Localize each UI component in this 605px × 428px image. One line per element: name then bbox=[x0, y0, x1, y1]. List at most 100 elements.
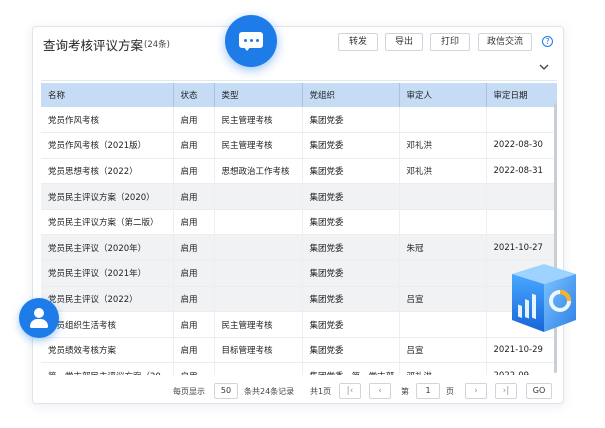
cell-status: 启用 bbox=[173, 362, 215, 375]
cell-type bbox=[214, 362, 303, 375]
cell-date: 2022-08-31 bbox=[486, 158, 557, 185]
cell-org: 集团党委 bbox=[302, 183, 400, 210]
chat-bubble-icon[interactable] bbox=[225, 15, 277, 67]
cell-type bbox=[214, 234, 303, 262]
cell-name: 党员民主评议方案（2020） bbox=[41, 183, 174, 210]
cell-org: 集团党委 bbox=[302, 132, 400, 159]
cell-date: 2022-09-... bbox=[486, 362, 557, 375]
cell-approver bbox=[399, 183, 487, 210]
cell-name: 党员民主评议（2022） bbox=[41, 286, 174, 313]
table-row[interactable]: 党员组织生活考核 启用 民主管理考核 集团党委 bbox=[41, 311, 557, 338]
record-count: (24条) bbox=[144, 40, 170, 50]
cell-approver: 邓礼洪 bbox=[399, 158, 487, 185]
cell-status: 启用 bbox=[173, 337, 215, 364]
filter-bar bbox=[41, 59, 557, 81]
cell-date bbox=[486, 183, 557, 210]
table-row[interactable]: 党员民主评议方案（第二版） 启用 集团党委 bbox=[41, 209, 557, 236]
cell-approver bbox=[399, 311, 487, 338]
cell-status: 启用 bbox=[173, 158, 215, 185]
forward-button[interactable]: 转发 bbox=[338, 33, 378, 51]
cell-date: 2021-10-29 bbox=[486, 337, 557, 364]
goto-suffix-label: 页 bbox=[446, 387, 454, 396]
per-page-input[interactable]: 50 bbox=[214, 383, 238, 399]
cell-type: 民主管理考核 bbox=[214, 311, 303, 338]
total-pages-label: 共1页 bbox=[310, 387, 332, 396]
cell-status: 启用 bbox=[173, 286, 215, 313]
cell-status: 启用 bbox=[173, 311, 215, 338]
pagination-bar: 每页显示 50 条共24条记录 共1页 |‹ ‹ 第 1 页 › ›| GO bbox=[33, 381, 563, 403]
exchange-button[interactable]: 政信交流 bbox=[478, 33, 532, 51]
cell-type bbox=[214, 209, 303, 236]
table-row[interactable]: 党员思想考核（2022） 启用 思想政治工作考核 集团党委 邓礼洪 2022-08-31 bbox=[41, 158, 557, 185]
cell-org: 集团党委 bbox=[302, 260, 400, 287]
panel-header: 查询考核评议方案 (24条) 转发 导出 打印 政信交流 ? bbox=[33, 27, 563, 59]
cell-org: 集团党委 bbox=[302, 234, 400, 262]
cell-name: 第一党支部民主评议方案（20 bbox=[41, 362, 174, 375]
column-header-type[interactable]: 类型 bbox=[214, 83, 303, 107]
cell-approver: 朱冠 bbox=[399, 234, 487, 262]
cell-name: 党员民主评议（2021年） bbox=[41, 260, 174, 287]
column-header-org[interactable]: 党组织 bbox=[302, 83, 400, 107]
cell-type: 民主管理考核 bbox=[214, 132, 303, 159]
cell-date: 2022-08-30 bbox=[486, 132, 557, 159]
cell-type bbox=[214, 286, 303, 313]
prev-page-button[interactable]: ‹ bbox=[369, 383, 391, 399]
cell-name: 党员民主评议（2020年） bbox=[41, 234, 174, 262]
column-header-date[interactable]: 审定日期 bbox=[486, 83, 557, 107]
cell-org: 集团党委 bbox=[302, 158, 400, 185]
scheme-query-panel: 查询考核评议方案 (24条) 转发 导出 打印 政信交流 ? 名称 状态 类型 … bbox=[32, 26, 564, 404]
cell-name: 党员作风考核 bbox=[41, 107, 174, 134]
cell-status: 启用 bbox=[173, 107, 215, 134]
cell-status: 启用 bbox=[173, 209, 215, 236]
table-row[interactable]: 党员民主评议（2022） 启用 集团党委 吕宣 bbox=[41, 286, 557, 313]
table-row[interactable]: 党员民主评议方案（2020） 启用 集团党委 bbox=[41, 183, 557, 210]
help-icon[interactable]: ? bbox=[542, 36, 553, 47]
cell-status: 启用 bbox=[173, 132, 215, 159]
cell-type: 目标管理考核 bbox=[214, 337, 303, 364]
table-row[interactable]: 党员作风考核（2021版） 启用 民主管理考核 集团党委 邓礼洪 2022-08-30 bbox=[41, 132, 557, 159]
cell-approver: 吕宣 bbox=[399, 337, 487, 364]
first-page-button[interactable]: |‹ bbox=[339, 383, 361, 399]
cell-approver: 邓礼洪 bbox=[399, 132, 487, 159]
go-button[interactable]: GO bbox=[526, 383, 552, 399]
cell-type bbox=[214, 260, 303, 287]
next-page-button[interactable]: › bbox=[465, 383, 487, 399]
cell-date bbox=[486, 209, 557, 236]
cell-org: 集团党委 bbox=[302, 311, 400, 338]
cell-name: 党员绩效考核方案 bbox=[41, 337, 174, 364]
cell-approver: 吕宣 bbox=[399, 286, 487, 313]
export-button[interactable]: 导出 bbox=[385, 33, 423, 51]
cell-approver bbox=[399, 260, 487, 287]
cell-org: 集团党委 bbox=[302, 337, 400, 364]
last-page-button[interactable]: ›| bbox=[495, 383, 517, 399]
table-row[interactable]: 党员绩效考核方案 启用 目标管理考核 集团党委 吕宣 2021-10-29 bbox=[41, 337, 557, 364]
user-avatar-icon[interactable] bbox=[19, 298, 59, 338]
cell-status: 启用 bbox=[173, 183, 215, 210]
cell-approver: 邓礼洪 bbox=[399, 362, 487, 375]
column-header-approver[interactable]: 审定人 bbox=[399, 83, 487, 107]
cell-org: 集团党委 bbox=[302, 209, 400, 236]
page-title: 查询考核评议方案 bbox=[43, 38, 144, 53]
column-header-name[interactable]: 名称 bbox=[41, 83, 174, 107]
cell-date bbox=[486, 107, 557, 134]
cell-status: 启用 bbox=[173, 260, 215, 287]
chevron-down-icon[interactable] bbox=[539, 62, 549, 75]
page-number-input[interactable]: 1 bbox=[416, 383, 440, 399]
cell-type: 思想政治工作考核 bbox=[214, 158, 303, 185]
table-row[interactable]: 党员民主评议（2020年） 启用 集团党委 朱冠 2021-10-27 bbox=[41, 234, 557, 262]
table-row[interactable]: 第一党支部民主评议方案（20启用 集团党委 · 第一党支部邓礼洪2022-09-.… bbox=[41, 362, 557, 375]
table-row[interactable]: 党员作风考核 启用 民主管理考核 集团党委 bbox=[41, 107, 557, 134]
cell-name: 党员思想考核（2022） bbox=[41, 158, 174, 185]
cell-name: 党员作风考核（2021版） bbox=[41, 132, 174, 159]
cell-type bbox=[214, 183, 303, 210]
total-records-label: 条共24条记录 bbox=[244, 387, 295, 396]
cell-status: 启用 bbox=[173, 234, 215, 262]
chart-cube-icon bbox=[512, 264, 576, 332]
cell-approver bbox=[399, 209, 487, 236]
table-row[interactable]: 党员民主评议（2021年） 启用 集团党委 bbox=[41, 260, 557, 287]
cell-name: 党员民主评议方案（第二版） bbox=[41, 209, 174, 236]
cell-org: 集团党委 · 第一党支部 bbox=[302, 362, 400, 375]
cell-name: 党员组织生活考核 bbox=[41, 311, 174, 338]
print-button[interactable]: 打印 bbox=[430, 33, 470, 51]
column-header-status[interactable]: 状态 bbox=[173, 83, 215, 107]
